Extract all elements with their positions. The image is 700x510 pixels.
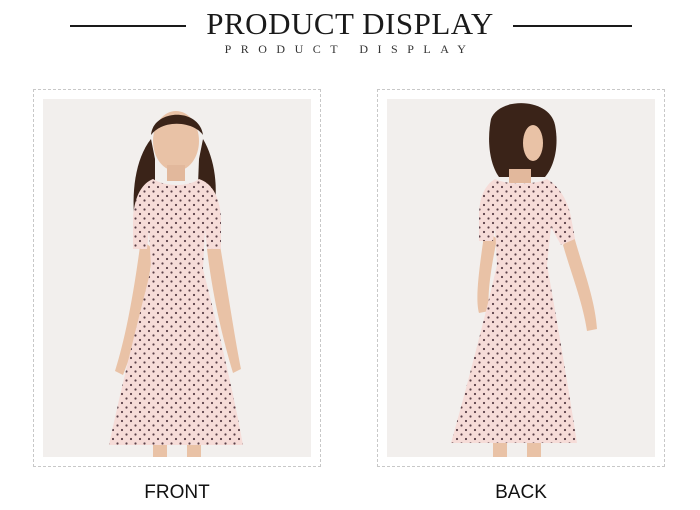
page-title: PRODUCT DISPLAY <box>206 6 494 41</box>
cheek <box>523 125 543 161</box>
front-view-frame <box>33 89 321 467</box>
back-caption: BACK <box>495 482 547 503</box>
back-view-photo <box>387 99 655 457</box>
front-caption: FRONT <box>144 482 210 503</box>
front-view-photo <box>43 99 311 457</box>
header-rule-right <box>513 25 632 27</box>
back-model-illustration <box>387 99 655 457</box>
front-model-illustration <box>43 99 311 457</box>
page-subtitle: PRODUCT DISPLAY <box>224 42 476 56</box>
hair-back <box>489 103 557 177</box>
back-view-frame <box>377 89 665 467</box>
